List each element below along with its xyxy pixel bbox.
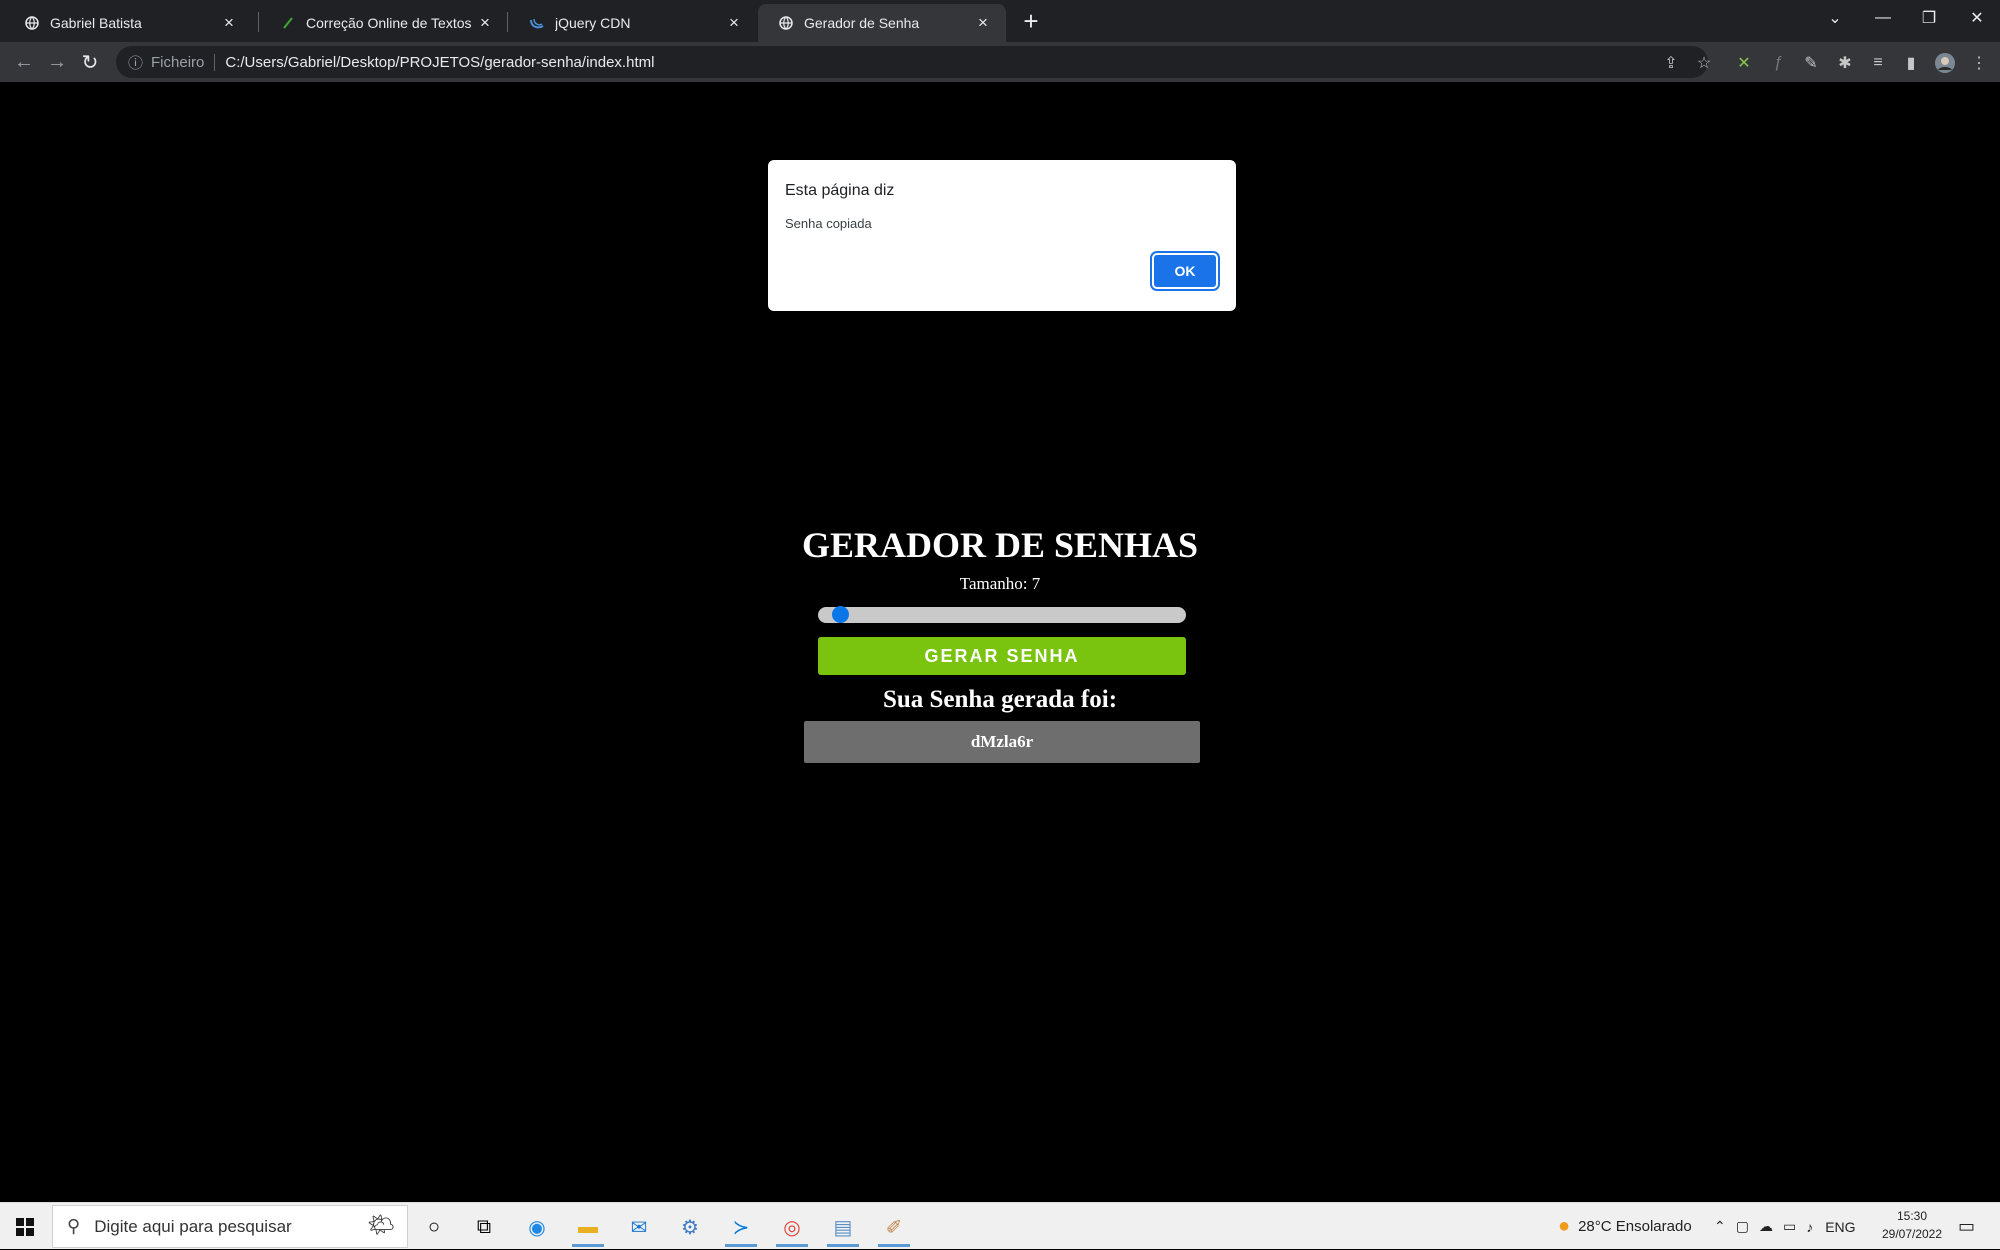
- minimize-button[interactable]: —: [1860, 0, 1906, 36]
- file-explorer-icon[interactable]: ▬: [568, 1207, 608, 1247]
- close-tab-icon[interactable]: ×: [725, 13, 743, 32]
- address-scheme-label: Ficheiro: [151, 53, 216, 71]
- language-indicator[interactable]: ENG: [1825, 1219, 1855, 1235]
- side-panel-icon[interactable]: ▮: [1900, 52, 1922, 74]
- tab-jquery-cdn[interactable]: jQuery CDN ×: [509, 4, 757, 42]
- length-slider[interactable]: [818, 606, 1186, 623]
- avatar[interactable]: [1934, 52, 1956, 74]
- extensions-puzzle-icon[interactable]: ✱: [1834, 52, 1856, 74]
- reload-button[interactable]: ↻: [76, 50, 104, 74]
- dialog-message: Senha copiada: [785, 216, 872, 231]
- tab-correcao-online[interactable]: Correção Online de Textos ×: [260, 4, 508, 42]
- dialog-title: Esta página diz: [785, 182, 895, 199]
- cortana-icon[interactable]: ○: [414, 1207, 454, 1247]
- media-queue-icon[interactable]: ≡: [1867, 52, 1889, 74]
- edge-icon[interactable]: ◉: [517, 1207, 557, 1247]
- task-view-icon[interactable]: ⧉: [464, 1207, 504, 1247]
- taskbar-search-placeholder: Digite aqui para pesquisar: [94, 1216, 292, 1236]
- generate-password-button[interactable]: GERAR SENHA: [818, 637, 1186, 675]
- paint-icon[interactable]: ✐: [874, 1207, 914, 1247]
- windows-start-button[interactable]: [0, 1203, 50, 1250]
- slider-thumb[interactable]: [831, 606, 849, 623]
- tab-search-chevron-icon[interactable]: ⌄: [1812, 0, 1858, 36]
- tab-title: Gerador de Senha: [804, 15, 920, 31]
- weather-text: 28°C Ensolarado: [1578, 1218, 1692, 1235]
- dialog-ok-button[interactable]: OK: [1150, 251, 1220, 291]
- running-indicator: [776, 1244, 808, 1247]
- clock-date: 29/07/2022: [1881, 1227, 1943, 1241]
- password-output[interactable]: dMzla6r: [804, 721, 1200, 763]
- clock[interactable]: 15:30 29/07/2022: [1876, 1207, 1948, 1243]
- browser-toolbar: ← → ↻ ⓘ Ficheiro C:/Users/Gabriel/Deskto…: [0, 42, 2000, 82]
- share-icon[interactable]: ⇪: [1660, 52, 1682, 74]
- sun-icon: ●: [1558, 1215, 1571, 1237]
- tab-separator: [258, 12, 259, 32]
- extension-icon[interactable]: ✕: [1733, 52, 1755, 74]
- tab-title: jQuery CDN: [555, 15, 631, 31]
- meeting-icon[interactable]: ▢: [1736, 1218, 1749, 1235]
- python-icon[interactable]: ⚙: [670, 1207, 710, 1247]
- new-tab-button[interactable]: +: [1016, 6, 1046, 36]
- tab-gerador-de-senha[interactable]: Gerador de Senha ×: [758, 4, 1006, 42]
- tab-strip: Gabriel Batista × Correção Online de Tex…: [0, 0, 2000, 42]
- weather-status[interactable]: ● 28°C Ensolarado: [1558, 1203, 1692, 1250]
- bookmark-star-icon[interactable]: ☆: [1693, 52, 1715, 74]
- running-indicator: [572, 1244, 604, 1247]
- chevron-up-icon[interactable]: ⌃: [1714, 1218, 1726, 1235]
- extension-fx-icon[interactable]: ƒ: [1767, 52, 1789, 74]
- vscode-icon[interactable]: ≻: [721, 1207, 761, 1247]
- close-tab-icon[interactable]: ×: [220, 13, 238, 32]
- volume-icon[interactable]: ♪: [1806, 1219, 1813, 1235]
- size-label: Tamanho: 7: [959, 574, 1041, 593]
- clock-time: 15:30: [1896, 1209, 1928, 1223]
- address-bar[interactable]: ⓘ Ficheiro C:/Users/Gabriel/Desktop/PROJ…: [116, 46, 1708, 78]
- taskbar: ⚲ Digite aqui para pesquisar 🌤 ○ ⧉ ◉ ▬ ✉…: [0, 1202, 2000, 1249]
- page-viewport: GERADOR DE SENHAS Tamanho: 7 GERAR SENHA…: [0, 82, 2000, 1202]
- extension-pen-icon[interactable]: ✎: [1800, 52, 1822, 74]
- info-icon[interactable]: ⓘ: [128, 52, 143, 73]
- notepad-icon[interactable]: ▤: [823, 1207, 863, 1247]
- tray-icons[interactable]: ⌃ ▢ ☁ ▭ ♪ ENG: [1714, 1203, 1856, 1250]
- pen-icon: [280, 15, 296, 31]
- close-window-button[interactable]: ✕: [1954, 0, 2000, 36]
- network-icon[interactable]: ▭: [1783, 1218, 1796, 1235]
- globe-icon: [778, 15, 794, 31]
- chrome-icon[interactable]: ◎: [772, 1207, 812, 1247]
- running-indicator: [878, 1244, 910, 1247]
- jquery-icon: [529, 15, 545, 31]
- running-indicator: [827, 1244, 859, 1247]
- running-indicator: [725, 1244, 757, 1247]
- windows-logo-icon: [16, 1217, 34, 1236]
- notifications-icon[interactable]: ▭: [1958, 1203, 1975, 1250]
- alert-dialog: Esta página diz Senha copiada OK: [768, 160, 1236, 311]
- tab-gabriel-batista[interactable]: Gabriel Batista ×: [4, 4, 252, 42]
- forward-button[interactable]: →: [43, 50, 71, 74]
- menu-kebab-icon[interactable]: ⋮: [1968, 52, 1990, 74]
- tab-title: Correção Online de Textos: [306, 15, 472, 31]
- page-title: GERADOR DE SENHAS: [801, 525, 1199, 565]
- taskbar-search[interactable]: ⚲ Digite aqui para pesquisar 🌤: [52, 1205, 408, 1248]
- mail-icon[interactable]: ✉: [619, 1207, 659, 1247]
- restore-button[interactable]: ❐: [1906, 0, 1952, 36]
- result-label: Sua Senha gerada foi:: [882, 686, 1118, 713]
- close-tab-icon[interactable]: ×: [974, 13, 992, 32]
- back-button[interactable]: ←: [10, 50, 38, 74]
- close-tab-icon[interactable]: ×: [476, 13, 494, 32]
- tab-separator: [507, 12, 508, 32]
- address-url[interactable]: C:/Users/Gabriel/Desktop/PROJETOS/gerado…: [225, 54, 654, 71]
- globe-icon: [24, 15, 40, 31]
- onedrive-icon[interactable]: ☁: [1759, 1218, 1773, 1235]
- search-icon: ⚲: [67, 1216, 81, 1236]
- weather-widget-icon[interactable]: 🌤: [367, 1212, 395, 1238]
- tab-title: Gabriel Batista: [50, 15, 142, 31]
